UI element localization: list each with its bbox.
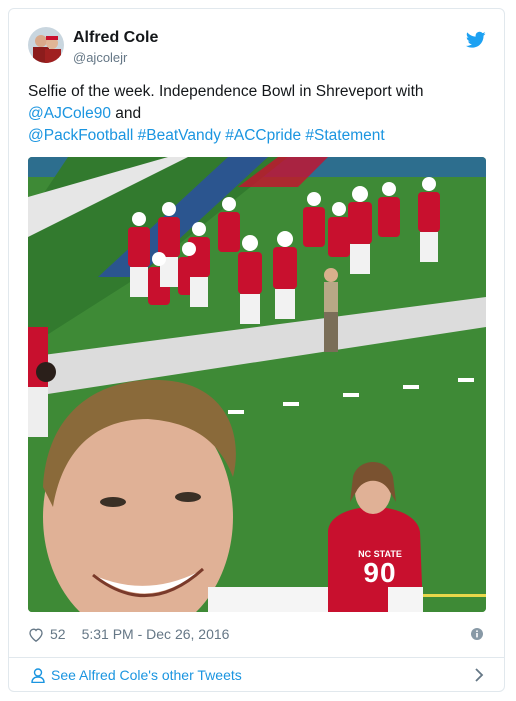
tweet-text-plain: Selfie of the week. Independence Bowl in…	[28, 83, 424, 100]
chevron-right-icon[interactable]	[474, 668, 484, 682]
tweet-card: Alfred Cole @ajcolejr Selfie of the week…	[8, 8, 505, 692]
jersey-number: 90	[363, 557, 397, 588]
hashtag-link[interactable]: #BeatVandy	[138, 127, 221, 144]
like-count[interactable]: 52	[50, 626, 66, 642]
mention-link[interactable]: @AJCole90	[28, 105, 111, 122]
tweet-text-plain: and	[110, 105, 142, 122]
mention-link[interactable]: @PackFootball	[28, 127, 133, 144]
author-handle[interactable]: @ajcolejr	[73, 50, 127, 65]
author-name[interactable]: Alfred Cole	[73, 29, 158, 47]
info-icon[interactable]	[471, 628, 483, 640]
hashtag-link[interactable]: #ACCpride	[225, 127, 301, 144]
heart-icon[interactable]	[28, 627, 44, 642]
see-more-tweets-label[interactable]: See Alfred Cole's other Tweets	[51, 667, 242, 683]
author-avatar[interactable]	[28, 27, 64, 63]
see-more-tweets-link[interactable]: See Alfred Cole's other Tweets	[9, 658, 504, 692]
person-icon	[31, 668, 45, 683]
timestamp[interactable]: 5:31 PM - Dec 26, 2016	[82, 626, 230, 642]
twitter-bird-icon[interactable]	[466, 31, 486, 49]
tweet-photo[interactable]: NC STATE 90	[28, 157, 486, 612]
tweet-text: Selfie of the week. Independence Bowl in…	[28, 81, 488, 147]
tweet-meta: 52 5:31 PM - Dec 26, 2016	[28, 626, 229, 642]
hashtag-link[interactable]: #Statement	[305, 127, 384, 144]
